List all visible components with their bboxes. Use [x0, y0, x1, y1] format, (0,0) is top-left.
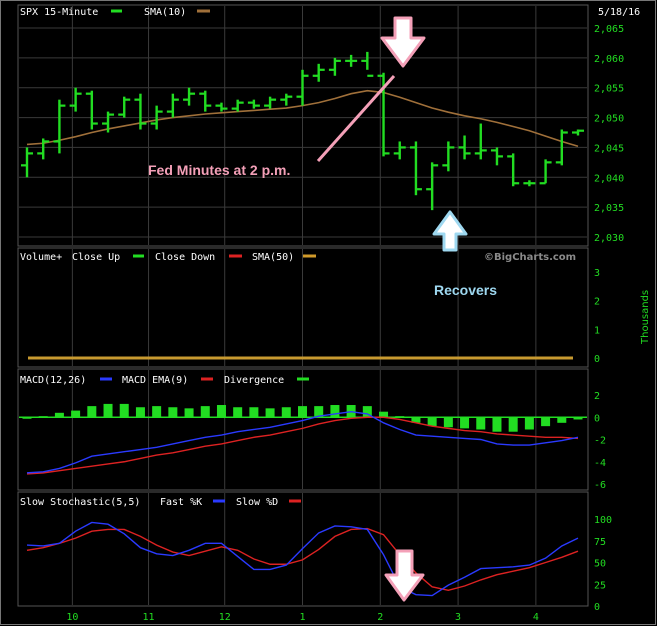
- divergence-bar: [216, 405, 226, 418]
- volume-axis-label: Thousands: [640, 290, 651, 345]
- divergence-bar: [119, 403, 129, 418]
- chart-frame: 2,065 2,060 2,055 2,050 2,045 2,040 2,035 2,030…: [0, 0, 657, 626]
- divergence-bar: [557, 417, 567, 423]
- divergence-bar: [298, 406, 307, 418]
- fast-k-legend-label: Fast %K: [160, 497, 202, 508]
- price-title: SPX 15-Minute: [20, 7, 98, 18]
- price-tick-label: 2,065: [594, 24, 624, 35]
- divergence-bar: [71, 410, 81, 418]
- volume-legend-sma-label: SMA(50): [252, 252, 294, 263]
- macd-tick-label: -6: [594, 480, 606, 491]
- divergence-bar: [395, 416, 405, 418]
- price-tick-label: 2,045: [594, 143, 624, 154]
- divergence-bar: [22, 417, 32, 419]
- x-tick-label: 12: [219, 612, 231, 623]
- price-tick-label: 2,035: [594, 203, 624, 214]
- divergence-bar: [476, 417, 486, 430]
- price-date: 5/18/16: [598, 7, 640, 18]
- fed-down-arrow-icon: [380, 16, 426, 68]
- divergence-bar: [103, 403, 113, 418]
- divergence-bar: [443, 417, 453, 428]
- x-tick-label: 3: [455, 612, 461, 623]
- divergence-bar: [541, 417, 551, 427]
- price-tick-label: 2,055: [594, 84, 624, 95]
- stock-chart: 2,065 2,060 2,055 2,050 2,045 2,040 2,035 2,030…: [0, 0, 656, 625]
- stochastic-tick-label: 25: [594, 580, 606, 591]
- price-tick-label: 2,050: [594, 114, 624, 125]
- fed-minutes-label: Fed Minutes at 2 p.m.: [148, 162, 290, 178]
- divergence-bar: [249, 407, 259, 418]
- volume-tick-label: 0: [594, 354, 600, 365]
- macd-tick-label: -4: [594, 458, 606, 469]
- price-tick-label: 2,030: [594, 233, 624, 244]
- divergence-bar: [200, 406, 210, 418]
- divergence-legend-label: Divergence: [224, 375, 284, 386]
- volume-tick-label: 3: [594, 268, 600, 279]
- divergence-bar: [379, 411, 389, 418]
- recovers-up-arrow-icon: [432, 210, 468, 252]
- divergence-bar: [524, 417, 534, 430]
- macd-title: MACD(12,26): [20, 375, 86, 386]
- stochastic-title: Slow Stochastic(5,5): [20, 497, 140, 508]
- macd-tick-label: -2: [594, 436, 606, 447]
- volume-legend-down-label: Close Down: [155, 252, 215, 263]
- divergence-bar: [54, 412, 64, 418]
- divergence-bar: [265, 408, 275, 418]
- price-tick-label: 2,060: [594, 54, 624, 65]
- macd-tick-label: 2: [594, 391, 600, 402]
- stochastic-tick-label: 75: [594, 537, 606, 548]
- x-tick-label: 2: [377, 612, 383, 623]
- macd-ema-legend-label: MACD EMA(9): [122, 375, 188, 386]
- divergence-bar: [152, 406, 162, 418]
- x-tick-label: 4: [533, 612, 539, 623]
- volume-tick-label: 1: [594, 325, 600, 336]
- stochastic-tick-label: 50: [594, 559, 606, 570]
- volume-legend-up-label: Close Up: [72, 252, 120, 263]
- bigcharts-watermark: ©BigCharts.com: [484, 252, 576, 263]
- slow-d-legend-label: Slow %D: [236, 497, 278, 508]
- divergence-bar: [492, 417, 502, 432]
- divergence-bar: [330, 405, 340, 418]
- divergence-bar: [168, 407, 178, 418]
- x-tick-label: 1: [299, 612, 305, 623]
- stochastic-down-arrow-icon: [384, 549, 425, 602]
- divergence-bar: [573, 417, 583, 420]
- x-tick-label: 10: [66, 612, 78, 623]
- sma10-legend-label: SMA(10): [144, 7, 186, 18]
- stochastic-tick-label: 100: [594, 515, 612, 526]
- divergence-bar: [135, 407, 145, 418]
- recovers-label: Recovers: [434, 282, 497, 298]
- macd-tick-label: 0: [594, 413, 600, 424]
- volume-title: Volume+: [20, 252, 62, 263]
- divergence-bar: [281, 407, 291, 418]
- divergence-bar: [87, 406, 97, 418]
- price-tick-label: 2,040: [594, 173, 624, 184]
- volume-tick-label: 2: [594, 297, 600, 308]
- divergence-bar: [233, 407, 243, 418]
- x-tick-label: 11: [143, 612, 155, 623]
- stochastic-tick-label: 0: [594, 602, 600, 613]
- divergence-bar: [38, 416, 48, 418]
- divergence-bar: [508, 417, 518, 432]
- divergence-bar: [460, 417, 470, 429]
- divergence-bar: [184, 408, 194, 418]
